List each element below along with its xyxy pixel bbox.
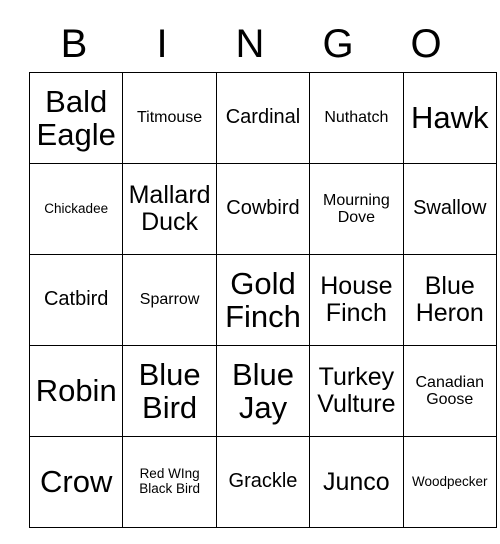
bingo-cell-label: Mourning Dove	[323, 191, 390, 226]
bingo-cell-label: Blue Heron	[415, 272, 484, 327]
bingo-row: Bald Eagle Titmouse Cardinal Nuthatch Ha…	[28, 72, 497, 164]
bingo-cell[interactable]: Canadian Goose	[402, 345, 497, 437]
bingo-cell[interactable]: Mourning Dove	[309, 163, 404, 255]
bingo-cell[interactable]: Red WIng Black Bird	[122, 436, 217, 528]
bingo-cell-label: Crow	[40, 464, 113, 500]
bingo-cell-label: Turkey Vulture	[317, 363, 396, 418]
bingo-cell[interactable]: Nuthatch	[309, 72, 404, 164]
bingo-cell[interactable]: Cowbird	[215, 163, 311, 255]
bingo-header-letter-i: I	[156, 22, 168, 66]
bingo-cell[interactable]: Swallow	[402, 163, 497, 255]
bingo-cell[interactable]: Gold Finch	[215, 254, 311, 346]
bingo-cell-label: Robin	[35, 373, 117, 409]
bingo-cell[interactable]: Hawk	[402, 72, 497, 164]
bingo-cell-label: Blue Jay	[231, 356, 294, 425]
bingo-header-letter-b: B	[60, 22, 88, 66]
bingo-cell-label: Sparrow	[139, 291, 200, 309]
bingo-cell[interactable]: Blue Bird	[122, 345, 217, 437]
bingo-cell-label: Canadian Goose	[415, 373, 485, 408]
bingo-cell-label: Swallow	[413, 197, 487, 220]
bingo-cell-label: Hawk	[411, 100, 489, 136]
bingo-cell[interactable]: Bald Eagle	[28, 72, 124, 164]
bingo-cell[interactable]: Blue Jay	[215, 345, 311, 437]
bingo-cell[interactable]: Robin	[28, 345, 124, 437]
bingo-cell-label: House Finch	[320, 272, 393, 327]
bingo-cell[interactable]: Grackle	[215, 436, 311, 528]
bingo-row: Catbird Sparrow Gold Finch House Finch B…	[28, 254, 497, 346]
bingo-cell[interactable]: Sparrow	[122, 254, 217, 346]
bingo-cell-label: Gold Finch	[225, 265, 301, 334]
bingo-grid: Bald Eagle Titmouse Cardinal Nuthatch Ha…	[28, 72, 497, 528]
bingo-row: Robin Blue Bird Blue Jay Turkey Vulture …	[28, 345, 497, 437]
bingo-cell-label: Red WIng Black Bird	[139, 466, 200, 496]
bingo-cell[interactable]: Junco	[309, 436, 404, 528]
bingo-cell-label: Grackle	[228, 470, 298, 493]
bingo-cell-label: Junco	[323, 467, 390, 496]
bingo-cell[interactable]: Woodpecker	[402, 436, 497, 528]
bingo-cell-label: Cowbird	[226, 197, 300, 220]
bingo-cell-label: Cardinal	[225, 106, 301, 129]
bingo-header-letter-o: O	[410, 22, 442, 66]
bingo-cell[interactable]: Catbird	[28, 254, 124, 346]
bingo-header: B I N G O	[30, 0, 470, 68]
bingo-cell[interactable]: Chickadee	[28, 163, 124, 255]
bingo-cell-label: Blue Bird	[138, 356, 201, 425]
bingo-cell-label: Bald Eagle	[36, 83, 116, 152]
bingo-header-letter-n: N	[235, 22, 265, 66]
bingo-cell-label: Catbird	[43, 288, 109, 311]
bingo-cell[interactable]: Blue Heron	[402, 254, 497, 346]
bingo-cell-label: Chickadee	[44, 200, 109, 216]
bingo-cell[interactable]: Mallard Duck	[122, 163, 217, 255]
bingo-cell[interactable]: Titmouse	[122, 72, 217, 164]
bingo-cell-label: Nuthatch	[324, 109, 389, 127]
bingo-cell[interactable]: Cardinal	[215, 72, 311, 164]
bingo-row: Crow Red WIng Black Bird Grackle Junco W…	[28, 436, 497, 528]
bingo-cell-label: Mallard Duck	[128, 181, 211, 236]
bingo-cell[interactable]: Crow	[28, 436, 124, 528]
bingo-row: Chickadee Mallard Duck Cowbird Mourning …	[28, 163, 497, 255]
bingo-cell[interactable]: Turkey Vulture	[309, 345, 404, 437]
bingo-card: B I N G O Bald Eagle Titmouse Cardinal N…	[0, 0, 500, 544]
bingo-cell[interactable]: House Finch	[309, 254, 404, 346]
bingo-cell-label: Titmouse	[136, 109, 203, 127]
bingo-header-letter-g: G	[322, 22, 354, 66]
bingo-cell-label: Woodpecker	[411, 473, 488, 489]
